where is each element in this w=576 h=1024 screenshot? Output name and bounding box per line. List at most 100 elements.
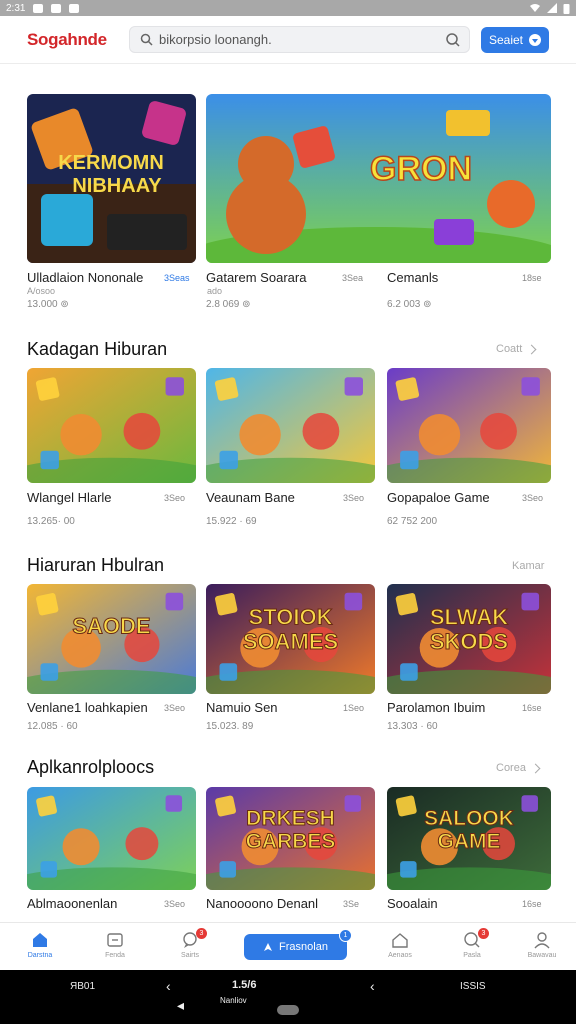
card-title: Namuio Sen [206, 700, 278, 715]
card-meta: 2.8 069 ⊚ [206, 299, 251, 310]
notification-icon [33, 3, 44, 13]
game-thumbnail[interactable]: DRKESH GARBES [206, 787, 375, 890]
nav-label: Bawavau [527, 952, 557, 959]
game-art-text: SKODS [430, 629, 508, 654]
section-see-all[interactable]: Coatt [496, 343, 537, 355]
game-icon [69, 3, 80, 13]
nav-item-chat[interactable]: 3 Sairts [165, 928, 215, 959]
featured-art-text-0-a: KERMOMN [58, 152, 164, 174]
featured-thumb-0[interactable]: KERMOMN NIBHAAY [27, 94, 196, 263]
card-title: Ablmaoonenlan [27, 896, 118, 911]
card-meta: 15.023. 89 [206, 721, 254, 732]
card-title: Sooalain [387, 896, 438, 911]
game-thumbnail[interactable]: SLWAK SKODS [387, 584, 551, 694]
chevron-right-icon [526, 344, 537, 354]
card-meta: 12.085 · 60 [27, 721, 78, 732]
nav-item-messages[interactable]: 3 Pasla [447, 928, 497, 959]
game-art [27, 787, 196, 890]
game-art [206, 368, 375, 483]
game-art-text: GARBES [246, 830, 336, 853]
featured-thumb-1[interactable]: GRON [206, 94, 551, 263]
bottom-navigation: Darstna Fenda 3 Sairts Frasnolan 1 Aenao… [0, 922, 576, 971]
section-see-all[interactable]: Kamar [512, 560, 544, 572]
card-badge: 3Sea [342, 273, 364, 283]
back-icon[interactable]: ‹ [166, 978, 171, 994]
status-time: 2:31 [6, 2, 26, 14]
game-art: DRKESHGARBES [206, 787, 375, 890]
card-subtitle: ado [207, 286, 223, 296]
header-action-label: Seaiet [488, 33, 524, 47]
system-right-text: ISSIS [460, 981, 486, 992]
game-art-text: SOAMES [243, 629, 338, 654]
card-badge: 16se [522, 703, 542, 713]
notification-badge: 3 [196, 928, 207, 939]
nav-label: Pasla [463, 952, 481, 959]
game-thumbnail[interactable] [27, 787, 196, 890]
section-title: Hiaruran Hbulran [27, 555, 165, 575]
game-thumbnail[interactable]: SALOOK GAME [387, 787, 551, 890]
card-badge: 3Seo [164, 899, 186, 909]
user-icon [534, 932, 550, 949]
card-meta: 13.265· 00 [27, 516, 75, 527]
game-art: SAODE [27, 584, 196, 694]
header-action-button[interactable]: Seaiet [481, 27, 549, 53]
game-thumbnail[interactable]: SAODE [27, 584, 196, 694]
section-title: Aplkanrolploocs [27, 757, 155, 777]
card-meta: 62 752 200 [387, 516, 438, 527]
section-link-label: Coatt [496, 343, 523, 355]
game-art: STOIOKSOAMES [206, 584, 375, 694]
nav-item-house[interactable]: Aenaos [375, 931, 425, 959]
system-center-subtext: Nanliov [220, 996, 247, 1005]
nav-label: Sairts [181, 952, 199, 959]
featured-art-text-0-b: NIBHAAY [72, 175, 162, 197]
game-thumbnail[interactable]: STOIOK SOAMES [206, 584, 375, 694]
home-pill[interactable] [277, 1005, 299, 1015]
home-icon [33, 933, 47, 947]
status-bar: 2:31 [0, 0, 576, 16]
game-art: GRON [206, 94, 551, 263]
battery-icon [563, 3, 570, 14]
game-art-text: GAME [438, 830, 501, 853]
game-art [27, 368, 196, 483]
card-meta: 13.000 ⊚ [27, 299, 69, 310]
voice-search-icon[interactable] [445, 32, 461, 48]
nav-label: Darstna [27, 952, 53, 959]
card-title: Parolamon Ibuim [387, 700, 486, 715]
wifi-icon [530, 4, 540, 12]
nav-item-tv[interactable]: Fenda [90, 931, 140, 959]
nav-item-home[interactable]: Darstna [15, 931, 65, 959]
nav-pill-label: Frasnolan [279, 941, 328, 953]
search-input[interactable]: bikorpsio loonangh. [129, 26, 470, 53]
app-logo[interactable]: Sogahnde [27, 30, 107, 50]
nav-item-profile[interactable]: Bawavau [517, 931, 567, 959]
game-art: SLWAKSKODS [387, 584, 551, 694]
card-meta: 6.2 003 ⊚ [387, 299, 432, 310]
card-badge: 3Seo [164, 493, 186, 503]
section-link-label: Kamar [512, 560, 545, 572]
card-title: Gatarem Soarara [206, 270, 307, 285]
card-badge: 3Seo [522, 493, 544, 503]
card-title: Veaunam Bane [206, 490, 295, 505]
game-art-text: DRKESH [246, 807, 335, 830]
game-thumbnail[interactable] [27, 368, 196, 483]
card-badge: 3Se [343, 899, 360, 909]
message-icon [51, 3, 62, 13]
signal-icon [547, 3, 557, 13]
card-title: Gopapaloe Game [387, 490, 490, 505]
nav-primary-button[interactable]: Frasnolan 1 [244, 929, 352, 960]
person-icon [264, 943, 273, 951]
section-see-all[interactable]: Corea [496, 762, 541, 774]
game-thumbnail[interactable] [387, 368, 551, 483]
featured-art-text-1: GRON [370, 150, 472, 188]
game-art: KERMOMN NIBHAAY [27, 94, 196, 263]
game-art-text: SALOOK [424, 807, 514, 830]
recent-icon[interactable]: ‹ [370, 978, 375, 994]
system-navigation-bar: ЯВ01 ‹ 1.5/6 Nanliov ◂ ‹ ISSIS [0, 970, 576, 1024]
game-art-text: SAODE [72, 614, 150, 639]
card-subtitle: A/osoo [27, 286, 56, 296]
card-title: Wlangel Hlarle [27, 490, 112, 505]
game-thumbnail[interactable] [206, 368, 375, 483]
back-arrow-icon[interactable]: ◂ [177, 997, 184, 1014]
house-icon [392, 933, 408, 948]
nav-label: Aenaos [388, 952, 412, 959]
